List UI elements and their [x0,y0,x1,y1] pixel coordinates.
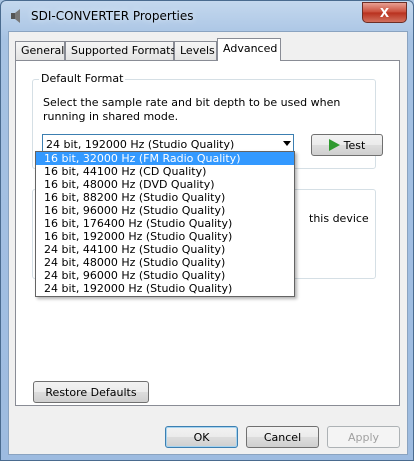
format-option[interactable]: 24 bit, 96000 Hz (Studio Quality) [36,269,294,282]
format-option[interactable]: 16 bit, 192000 Hz (Studio Quality) [36,230,294,243]
cancel-button[interactable]: Cancel [246,426,319,448]
format-option[interactable]: 16 bit, 44100 Hz (CD Quality) [36,165,294,178]
window-title: SDI-CONVERTER Properties [31,9,194,23]
tab-advanced[interactable]: Advanced [217,38,281,61]
restore-defaults-button[interactable]: Restore Defaults [33,381,149,403]
format-option[interactable]: 24 bit, 192000 Hz (Studio Quality) [36,282,294,295]
format-option[interactable]: 16 bit, 48000 Hz (DVD Quality) [36,178,294,191]
format-dropdown-list[interactable]: 16 bit, 32000 Hz (FM Radio Quality) 16 b… [35,151,295,297]
tab-levels[interactable]: Levels [174,41,217,60]
format-option[interactable]: 16 bit, 176400 Hz (Studio Quality) [36,217,294,230]
format-option[interactable]: 24 bit, 44100 Hz (Studio Quality) [36,243,294,256]
default-format-description: Select the sample rate and bit depth to … [43,96,341,123]
test-button-label: Test [343,138,366,152]
test-button[interactable]: Test [311,134,383,156]
format-option[interactable]: 16 bit, 96000 Hz (Studio Quality) [36,204,294,217]
tab-supported-formats[interactable]: Supported Formats [65,41,176,60]
format-option[interactable]: 24 bit, 48000 Hz (Studio Quality) [36,256,294,269]
tab-general[interactable]: General [15,41,65,60]
speaker-icon [11,9,20,23]
ok-button[interactable]: OK [165,426,238,448]
play-icon [328,139,340,151]
selected-format: 24 bit, 192000 Hz (Studio Quality) [46,138,235,151]
close-icon: X [379,5,390,20]
format-option[interactable]: 16 bit, 88200 Hz (Studio Quality) [36,191,294,204]
title-bar[interactable]: SDI-CONVERTER Properties X [1,1,413,31]
apply-button[interactable]: Apply [327,426,400,448]
format-option[interactable]: 16 bit, 32000 Hz (FM Radio Quality) [36,152,294,165]
chevron-down-icon [283,141,291,146]
default-format-label: Default Format [39,72,126,85]
close-button[interactable]: X [362,2,407,23]
exclusive-mode-text: this device [309,212,369,225]
